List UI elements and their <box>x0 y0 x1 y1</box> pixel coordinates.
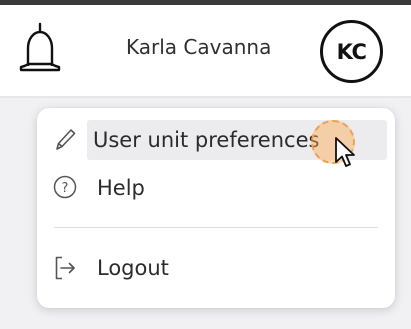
bell-icon <box>19 22 61 72</box>
mouse-cursor-icon <box>335 137 355 167</box>
menu-item-label: Logout <box>97 256 169 280</box>
question-circle-icon: ? <box>53 175 77 199</box>
avatar-initials: KC <box>336 39 367 64</box>
logout-icon <box>55 256 75 280</box>
menu-separator <box>54 227 378 228</box>
app-frame: Karla Cavanna KC User unit preferences H… <box>0 0 411 329</box>
user-name: Karla Cavanna <box>126 35 272 59</box>
notifications-button[interactable] <box>14 20 66 82</box>
user-avatar-button[interactable]: KC <box>320 20 383 83</box>
menu-item-label: User unit preferences <box>93 128 320 152</box>
pencil-icon <box>56 129 76 150</box>
menu-item-label: Help <box>97 176 145 200</box>
svg-text:?: ? <box>62 181 69 196</box>
menu-item-logout[interactable]: Logout <box>47 248 385 288</box>
menu-item-help[interactable]: Help <box>47 168 385 208</box>
